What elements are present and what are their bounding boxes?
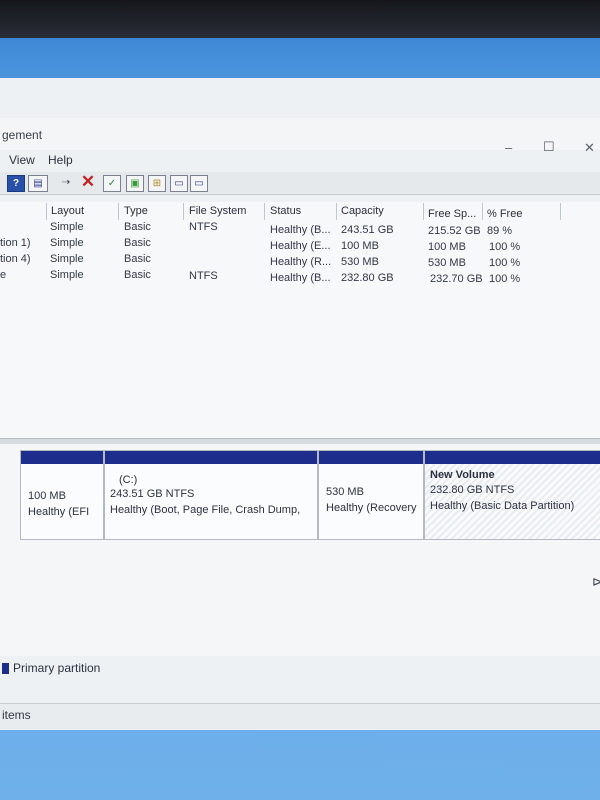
help-icon[interactable]: ? [7,175,25,192]
row-3-fs[interactable]: NTFS [189,270,218,282]
row-0-type[interactable]: Basic [124,221,151,233]
row-1-status[interactable]: Healthy (E... [270,240,331,252]
column-header-status[interactable]: Status [270,205,301,217]
row-3-status[interactable]: Healthy (B... [270,272,331,284]
column-header-capacity[interactable]: Capacity [341,205,384,217]
check-icon[interactable]: ✓ [103,175,121,192]
row-0-status[interactable]: Healthy (B... [270,224,331,236]
partition-new-volume-size: 232.80 GB NTFS [430,484,515,496]
row-1-percent[interactable]: 100 % [489,241,520,253]
new-volume-icon[interactable]: ▣ [126,175,144,192]
row-3-capacity[interactable]: 232.80 GB [341,272,394,284]
column-header-percent-free[interactable]: % Free [487,208,522,220]
row-3-volume[interactable]: e [0,269,6,281]
column-header-layout[interactable]: Layout [51,205,84,217]
disk-view-icon[interactable]: ▭ [190,175,208,192]
column-separator[interactable] [482,203,483,220]
properties-icon[interactable]: ⊞ [148,175,166,192]
status-text: items [2,708,31,722]
partition-efi-size: 100 MB [28,490,66,502]
column-header-file-system[interactable]: File System [189,205,246,217]
menu-help[interactable]: Help [48,153,73,167]
partition-efi-status: Healthy (EFI [28,506,90,518]
row-2-volume[interactable]: tion 4) [0,253,31,265]
row-3-layout[interactable]: Simple [50,269,84,281]
partition-new-volume-status: Healthy (Basic Data Partition) [430,500,575,512]
partition-recovery-status: Healthy (Recovery [326,502,417,514]
partition-color-bar [21,451,103,464]
monitor-bezel [0,0,600,40]
window-title: gement [2,128,43,142]
column-header-free-space[interactable]: Free Sp... [428,208,476,220]
row-2-free[interactable]: 530 MB [428,257,466,269]
row-2-capacity[interactable]: 530 MB [341,256,379,268]
row-1-volume[interactable]: tion 1) [0,237,31,249]
column-separator[interactable] [423,203,424,220]
column-separator[interactable] [183,203,184,220]
partition-color-bar [105,451,317,464]
row-0-layout[interactable]: Simple [50,221,84,233]
row-3-type[interactable]: Basic [124,269,151,281]
row-3-percent[interactable]: 100 % [489,273,520,285]
column-separator[interactable] [264,203,265,220]
folder-icon[interactable]: ▭ [170,175,188,192]
column-separator[interactable] [118,203,119,220]
row-0-fs[interactable]: NTFS [189,221,218,233]
status-bar [0,703,600,729]
partition-color-bar [425,451,600,464]
volume-list[interactable] [0,202,600,438]
mouse-cursor-icon: ⊳ [592,574,600,589]
row-2-percent[interactable]: 100 % [489,257,520,269]
primary-partition-swatch [2,663,9,674]
row-0-capacity[interactable]: 243.51 GB [341,224,394,236]
partition-new-volume-name: New Volume [430,469,495,481]
column-separator[interactable] [46,203,47,220]
column-header-type[interactable]: Type [124,205,148,217]
partition-recovery-size: 530 MB [326,486,364,498]
disk-list-icon[interactable]: ▤ [28,175,48,192]
row-2-type[interactable]: Basic [124,253,151,265]
column-separator[interactable] [336,203,337,220]
partition-c-status: Healthy (Boot, Page File, Crash Dump, [110,504,301,516]
partition-c-name: (C:) [119,474,138,486]
column-separator[interactable] [560,203,561,220]
delete-icon[interactable]: ✕ [80,173,96,190]
row-1-capacity[interactable]: 100 MB [341,240,379,252]
row-3-free[interactable]: 232.70 GB [430,273,483,285]
menu-view[interactable]: View [9,153,35,167]
legend-primary-partition: Primary partition [13,661,101,675]
row-0-free[interactable]: 215.52 GB [428,225,481,237]
menu-bar [0,150,600,170]
partition-c-size: 243.51 GB NTFS [110,488,195,500]
row-1-free[interactable]: 100 MB [428,241,466,253]
partition-color-bar [319,451,423,464]
connect-icon[interactable]: ⇢ [58,175,74,190]
row-2-layout[interactable]: Simple [50,253,84,265]
row-2-status[interactable]: Healthy (R... [270,256,331,268]
row-1-layout[interactable]: Simple [50,237,84,249]
row-0-percent[interactable]: 89 % [487,225,512,237]
row-1-type[interactable]: Basic [124,237,151,249]
